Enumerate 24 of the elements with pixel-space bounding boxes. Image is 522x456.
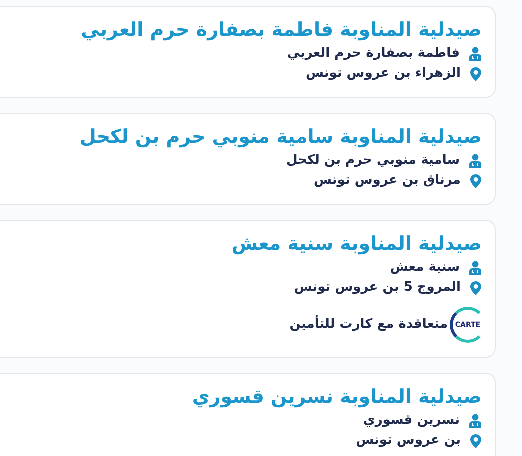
pharmacy-address: بن عروس تونس <box>356 432 461 450</box>
pharmacist-icon <box>469 47 482 61</box>
pharmacist-name: نسرين قسوري <box>363 412 460 430</box>
pharmacy-title: صيدلية المناوبة فاطمة بصفارة حرم العربي <box>81 18 482 43</box>
pharmacy-card[interactable]: صيدلية المناوبة نسرين قسوري نسرين قسوري بن عروس تونس <box>0 373 496 456</box>
insurance-note: متعاقدة مع كارت للتأمين <box>290 315 448 334</box>
pharmacist-icon <box>469 414 482 428</box>
pharmacy-card[interactable]: صيدلية المناوبة سامية منوبي حرم بن لكحل سامية منوبي حرم بن لكحل مرناق بن عروس تونس <box>0 113 496 205</box>
location-pin-icon <box>470 66 482 82</box>
pharmacist-name: فاطمة بصفارة حرم العربي <box>287 45 460 63</box>
pharmacy-address: المروج 5 بن عروس تونس <box>294 279 461 297</box>
pharmacy-card[interactable]: صيدلية المناوبة فاطمة بصفارة حرم العربي فاطمة بصفارة حرم العربي الزهراء بن عروس تونس <box>0 6 496 98</box>
pharmacy-title: صيدلية المناوبة نسرين قسوري <box>192 385 482 410</box>
pharmacist-icon <box>469 154 482 168</box>
location-pin-icon <box>470 434 482 448</box>
location-pin-icon <box>470 280 482 296</box>
pharmacist-name: سنية معش <box>390 259 460 277</box>
pharmacist-icon <box>469 261 482 275</box>
pharmacist-name: سامية منوبي حرم بن لكحل <box>286 152 460 170</box>
pharmacy-address: الزهراء بن عروس تونس <box>306 65 461 83</box>
pharmacy-address: مرناق بن عروس تونس <box>314 172 461 190</box>
pharmacy-title: صيدلية المناوبة سامية منوبي حرم بن لكحل <box>80 125 482 150</box>
pharmacy-title: صيدلية المناوبة سنية معش <box>232 232 482 257</box>
location-pin-icon <box>470 174 482 188</box>
